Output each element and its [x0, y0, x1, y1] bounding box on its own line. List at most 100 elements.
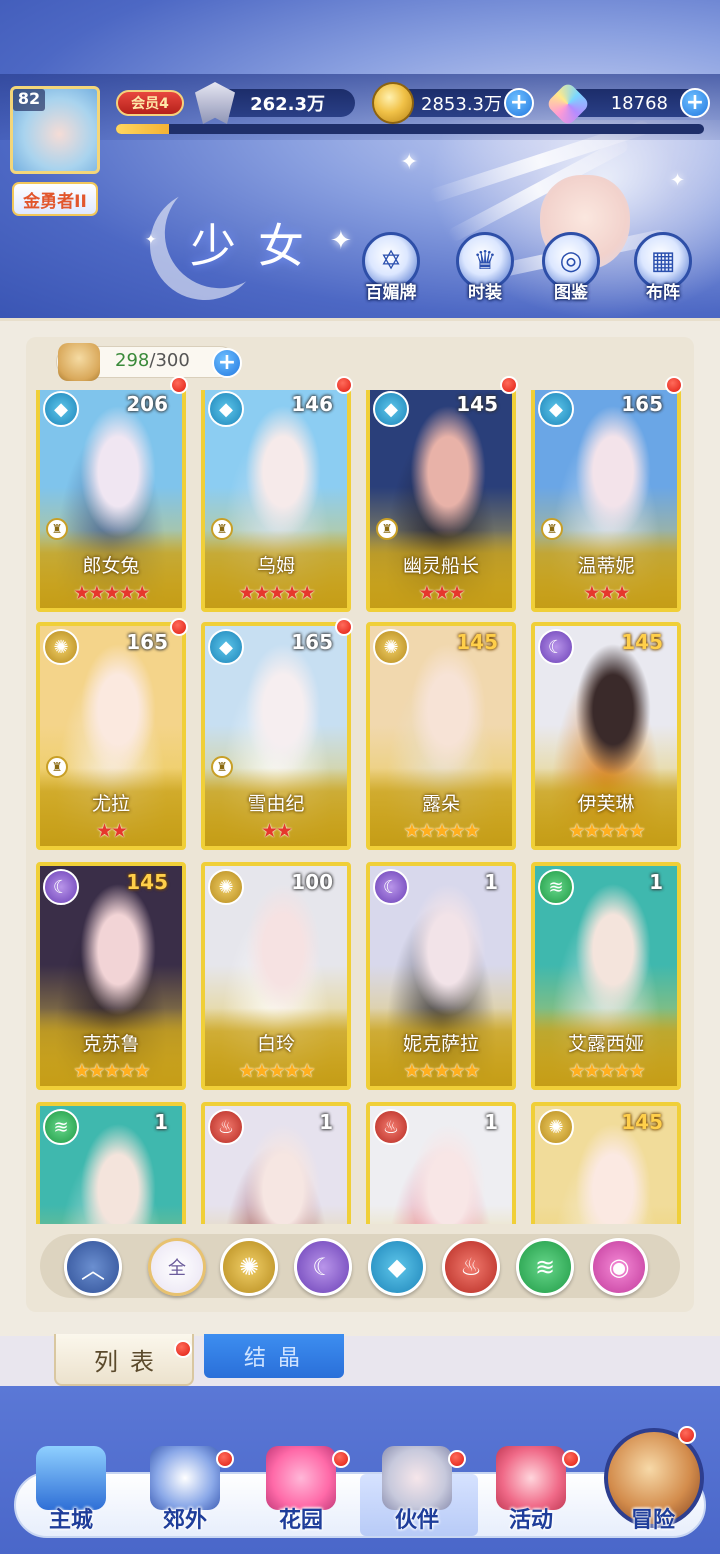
nav-partner[interactable]: 伙伴: [362, 1440, 472, 1540]
outfit-button[interactable]: ♛ 时装: [450, 232, 520, 304]
filter-all-button[interactable]: 全: [148, 1238, 206, 1296]
exp-bar: [116, 124, 704, 134]
card-level: 146: [291, 392, 333, 416]
nav-notification-dot: [332, 1450, 350, 1468]
nav-compass[interactable]: 郊外: [130, 1440, 240, 1540]
filter-water-button[interactable]: ◆: [368, 1238, 426, 1296]
light-element-icon: ✺: [208, 869, 244, 905]
flame-icon: ♨: [460, 1253, 482, 1281]
filter-up-button[interactable]: ︿: [64, 1238, 122, 1296]
filter-fire-button[interactable]: ♨: [442, 1238, 500, 1296]
nav-castle[interactable]: 主城: [16, 1440, 126, 1540]
player-level: 82: [13, 89, 45, 111]
star-icon: ★: [568, 820, 585, 842]
wind-element-icon: ≋: [43, 1109, 79, 1145]
water-element-icon: ◆: [538, 391, 574, 427]
filter-light-button[interactable]: ✺: [220, 1238, 278, 1296]
codex-button[interactable]: ◎ 图鉴: [536, 232, 606, 304]
star-icon: ★: [598, 1060, 615, 1082]
star-icon: ★: [418, 1060, 435, 1082]
card-notification-dot: [170, 376, 188, 394]
card-notification-dot: [335, 376, 353, 394]
nav-label: 伙伴: [394, 1508, 439, 1533]
water-element-icon: ◆: [208, 391, 244, 427]
card-level: 145: [621, 630, 663, 654]
card-star-rating: ★★★★★: [205, 582, 347, 604]
card-star-rating: ★★★★★: [535, 1060, 677, 1082]
character-card[interactable]: ◆ 165 ♜ 雪由纪 ★★: [201, 622, 351, 850]
star-icon: ★: [448, 1060, 466, 1082]
tab-list[interactable]: 列表: [54, 1334, 194, 1386]
exp-bar-fill: [116, 124, 169, 134]
card-name: 艾露西娅: [567, 1033, 644, 1055]
water-element-icon: ◆: [373, 391, 409, 427]
card-level: 145: [126, 870, 168, 894]
filter-wind-button[interactable]: ≋: [516, 1238, 574, 1296]
formation-button[interactable]: ▦ 布阵: [628, 232, 698, 304]
nav-label: 冒险: [630, 1508, 675, 1533]
filter-pink-button[interactable]: ◉: [590, 1238, 648, 1296]
character-card[interactable]: ✺ 100 白玲 ★★★★★: [201, 862, 351, 1090]
character-grid[interactable]: ◆ 206 ♜ 郎女兔 ★★★★★ ◆ 146 ♜ 乌姆 ★★★★★ ◆ 145 ♜ 幽灵船长 ★★★ ◆ 16…: [36, 390, 686, 1224]
card-level: 1: [649, 870, 663, 894]
character-card[interactable]: ◆ 165 ♜ 温蒂妮 ★★★: [531, 390, 681, 612]
role-badge-icon: ♜: [211, 756, 233, 778]
card-button[interactable]: ✡ 百媚牌: [356, 232, 426, 304]
filter-dark-button[interactable]: ☾: [294, 1238, 352, 1296]
gem-value: 18768: [610, 92, 668, 114]
card-level: 145: [456, 630, 498, 654]
tornado-icon: ≋: [534, 1253, 556, 1281]
character-card[interactable]: ◆ 206 ♜ 郎女兔 ★★★★★: [36, 390, 186, 612]
card-level: 1: [154, 1110, 168, 1134]
character-card[interactable]: ☾ 145 伊芙琳 ★★★★★: [531, 622, 681, 850]
roster-count-current: 298: [115, 350, 150, 371]
character-card[interactable]: ✺ 165 ♜ 尤拉 ★★: [36, 622, 186, 850]
roster-count-max: 300: [155, 350, 190, 371]
star-icon: ★: [583, 582, 600, 604]
star-icon: ★: [118, 1060, 136, 1082]
star-icon: ★: [118, 582, 136, 604]
nav-label: 花园: [278, 1508, 323, 1533]
nav-gift[interactable]: 活动: [476, 1440, 586, 1540]
expand-roster-button[interactable]: +: [212, 348, 242, 378]
star-icon: ★: [298, 582, 316, 604]
sun-icon: ✺: [238, 1253, 260, 1281]
star-icon: ★: [283, 582, 301, 604]
character-card[interactable]: ◆ 146 ♜ 乌姆 ★★★★★: [201, 390, 351, 612]
star-icon: ★: [253, 582, 270, 604]
character-card[interactable]: ≋ 1: [36, 1102, 186, 1224]
func-label: 布阵: [646, 283, 680, 303]
sparkle-icon: ✦: [330, 226, 352, 256]
character-card[interactable]: ☾ 145 克苏鲁 ★★★★★: [36, 862, 186, 1090]
star-icon: ★: [238, 582, 255, 604]
player-title-badge[interactable]: 金勇者II: [12, 182, 98, 216]
character-card[interactable]: ✺ 145: [531, 1102, 681, 1224]
star-icon: ★: [73, 1060, 90, 1082]
character-card[interactable]: ☾ 1 妮克萨拉 ★★★★★: [366, 862, 516, 1090]
vip-badge[interactable]: 会员4: [116, 90, 184, 116]
gold-coin-icon: [372, 82, 414, 124]
card-star-rating: ★★★★★: [40, 582, 182, 604]
partner-icon: [382, 1446, 452, 1510]
func-label: 时装: [468, 283, 502, 303]
card-name: 郎女兔: [82, 555, 140, 577]
nav-notification-dot: [216, 1450, 234, 1468]
card-name: 雪由纪: [247, 793, 305, 815]
element-filter-bar: [40, 1234, 680, 1298]
character-card[interactable]: ♨ 1: [201, 1102, 351, 1224]
nav-sword[interactable]: 冒险: [598, 1426, 708, 1540]
card-star-rating: ★★★★★: [370, 820, 512, 842]
character-card[interactable]: ✺ 145 露朵 ★★★★★: [366, 622, 516, 850]
character-card[interactable]: ◆ 145 ♜ 幽灵船长 ★★★: [366, 390, 516, 612]
character-card[interactable]: ♨ 1: [366, 1102, 516, 1224]
card-star-rating: ★★★★★: [535, 820, 677, 842]
star-icon: ★: [111, 820, 128, 842]
tab-crystal[interactable]: 结晶: [204, 1334, 344, 1378]
add-gold-button[interactable]: +: [504, 88, 534, 118]
star-icon: ★: [268, 1060, 285, 1082]
star-icon: ★: [628, 1060, 646, 1082]
add-gem-button[interactable]: +: [680, 88, 710, 118]
character-card[interactable]: ≋ 1 艾露西娅 ★★★★★: [531, 862, 681, 1090]
fire-element-icon: ♨: [373, 1109, 409, 1145]
nav-heart[interactable]: 花园: [246, 1440, 356, 1540]
